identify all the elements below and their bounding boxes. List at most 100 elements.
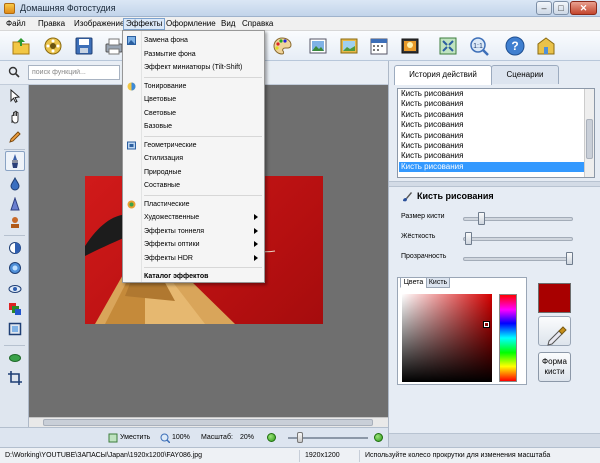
- menu-effects[interactable]: Эффекты: [123, 18, 166, 30]
- history-item[interactable]: Кисть рисования: [399, 99, 585, 109]
- menu-help[interactable]: Справка: [240, 18, 275, 30]
- submenu-arrow-icon: [254, 254, 258, 261]
- brush-tool-button[interactable]: [5, 151, 25, 171]
- pointer-tool-icon[interactable]: [8, 89, 22, 103]
- history-item[interactable]: Кисть рисования: [399, 141, 585, 151]
- opacity-track[interactable]: [463, 257, 573, 261]
- image-frame-icon[interactable]: [307, 35, 329, 57]
- hardness-slider[interactable]: [465, 232, 473, 245]
- effects-menu-item[interactable]: Геометрические: [124, 139, 264, 152]
- history-item[interactable]: Кисть рисования: [399, 110, 585, 120]
- menu-view[interactable]: Вид: [219, 18, 237, 30]
- submenu-arrow-icon: [254, 214, 258, 220]
- search-input[interactable]: [28, 65, 120, 80]
- effects-menu-item[interactable]: Цветовые: [124, 93, 264, 106]
- tab-scenarios[interactable]: Сценарии: [491, 65, 559, 84]
- brush-shape-button[interactable]: Форма кисти: [538, 352, 571, 382]
- menu-file[interactable]: Файл: [4, 18, 28, 30]
- opacity-label: Прозрачность: [401, 253, 447, 260]
- home-icon[interactable]: [535, 35, 557, 57]
- zoom-100-button[interactable]: 100%: [172, 433, 190, 443]
- effects-menu-item-label: Тонирование: [144, 82, 187, 90]
- history-item[interactable]: Кисть рисования: [399, 120, 585, 130]
- horizontal-scrollbar[interactable]: [29, 417, 388, 427]
- brush-settings-header: Кисть рисования: [397, 190, 595, 204]
- effects-menu-item[interactable]: Базовые: [124, 120, 264, 133]
- eyedropper-button[interactable]: [538, 316, 571, 346]
- color-marker[interactable]: [483, 321, 490, 328]
- zoom-slider-thumb[interactable]: [296, 432, 303, 443]
- effects-menu-item[interactable]: Размытие фона: [124, 48, 264, 61]
- effects-menu-item[interactable]: Замена фона: [124, 34, 264, 47]
- toning-icon: [127, 82, 136, 91]
- fit-button[interactable]: Уместить: [120, 433, 150, 443]
- effects-menu-item[interactable]: Каталог эффектов: [124, 270, 264, 283]
- maximize-button[interactable]: □: [553, 1, 569, 15]
- sharpen-tool-icon[interactable]: [8, 197, 22, 211]
- effects-menu-item[interactable]: Пластические: [124, 198, 264, 211]
- history-item[interactable]: Кисть рисования: [399, 161, 585, 173]
- hardness-track[interactable]: [463, 237, 573, 241]
- tab-history[interactable]: История действий: [394, 65, 492, 85]
- effects-menu-item[interactable]: Художественные: [124, 211, 264, 224]
- menu-image[interactable]: Изображение: [72, 18, 126, 30]
- effects-menu-item-label: Эффект миниатюры (Tilt-Shift): [144, 64, 243, 71]
- effects-menu-item[interactable]: Стилизация: [124, 152, 264, 165]
- actual-size-icon[interactable]: 1:1: [468, 35, 490, 57]
- tab-colors[interactable]: Цвета: [400, 277, 427, 288]
- menu-edit[interactable]: Правка: [36, 18, 67, 30]
- effects-menu-item[interactable]: Составные: [124, 179, 264, 192]
- pencil-tool-icon[interactable]: [8, 130, 22, 144]
- hand-tool-icon[interactable]: [8, 110, 22, 124]
- menu-design[interactable]: Оформление: [164, 18, 218, 30]
- history-scrollbar[interactable]: [584, 89, 594, 177]
- picture-icon[interactable]: [338, 35, 360, 57]
- save-icon[interactable]: [73, 35, 95, 57]
- effects-menu-item[interactable]: Тонирование: [124, 80, 264, 93]
- zoom-out-button[interactable]: [267, 433, 276, 442]
- calendar-icon[interactable]: [368, 35, 390, 57]
- brush-size-slider[interactable]: [478, 212, 486, 225]
- saturation-brightness-field[interactable]: [402, 294, 492, 382]
- history-item[interactable]: Кисть рисования: [399, 89, 585, 99]
- tab-brush[interactable]: Кисть: [426, 277, 450, 288]
- current-color-swatch[interactable]: [538, 283, 571, 313]
- minimize-button[interactable]: –: [536, 1, 552, 15]
- zoom-in-button[interactable]: [374, 433, 383, 442]
- history-scroll-thumb[interactable]: [586, 119, 593, 159]
- effects-menu-item[interactable]: Природные: [124, 166, 264, 179]
- contrast-tool-icon[interactable]: [8, 241, 22, 255]
- effects-menu-item[interactable]: Эффекты HDR: [124, 252, 264, 265]
- history-item[interactable]: Кисть рисования: [399, 131, 585, 141]
- brush-shape-label: Форма кисти: [542, 357, 567, 376]
- help-icon[interactable]: ?: [504, 35, 526, 57]
- effects-menu-item[interactable]: Эффект миниатюры (Tilt-Shift): [124, 61, 264, 74]
- horizontal-scroll-thumb[interactable]: [43, 419, 373, 426]
- shape-tool-icon[interactable]: [8, 351, 22, 365]
- drop-tool-icon[interactable]: [8, 177, 22, 191]
- effects-menu-item[interactable]: Эффекты тоннеля: [124, 225, 264, 238]
- effects-menu-item-label: Составные: [144, 182, 180, 189]
- opacity-slider[interactable]: [566, 252, 573, 265]
- history-item[interactable]: Кисть рисования: [399, 151, 585, 161]
- eye-tool-icon[interactable]: [8, 282, 22, 296]
- zoom-100-icon: [160, 433, 170, 443]
- hue-slider[interactable]: [499, 294, 517, 382]
- effects-menu-item-label: Природные: [144, 168, 182, 176]
- crop-tool-icon[interactable]: [8, 371, 22, 385]
- fit-screen-icon[interactable]: [437, 35, 459, 57]
- close-button[interactable]: ✕: [570, 1, 597, 15]
- open-icon[interactable]: [10, 35, 32, 57]
- film-icon[interactable]: [42, 35, 64, 57]
- effects-menu-item[interactable]: Эффекты оптики: [124, 238, 264, 251]
- frame-tool-icon[interactable]: [8, 322, 22, 336]
- history-list: Кисть рисования Кисть рисования Кисть рисо…: [397, 88, 595, 178]
- stamp-tool-icon[interactable]: [8, 216, 22, 230]
- slideshow-icon[interactable]: [399, 35, 421, 57]
- layers-tool-icon[interactable]: [8, 302, 22, 316]
- palette-icon[interactable]: [271, 35, 293, 57]
- lens-tool-icon[interactable]: [8, 261, 22, 275]
- submenu-arrow-icon: [254, 241, 258, 247]
- effects-menu-item-label: Размытие фона: [144, 50, 196, 58]
- effects-menu-item[interactable]: Световые: [124, 107, 264, 120]
